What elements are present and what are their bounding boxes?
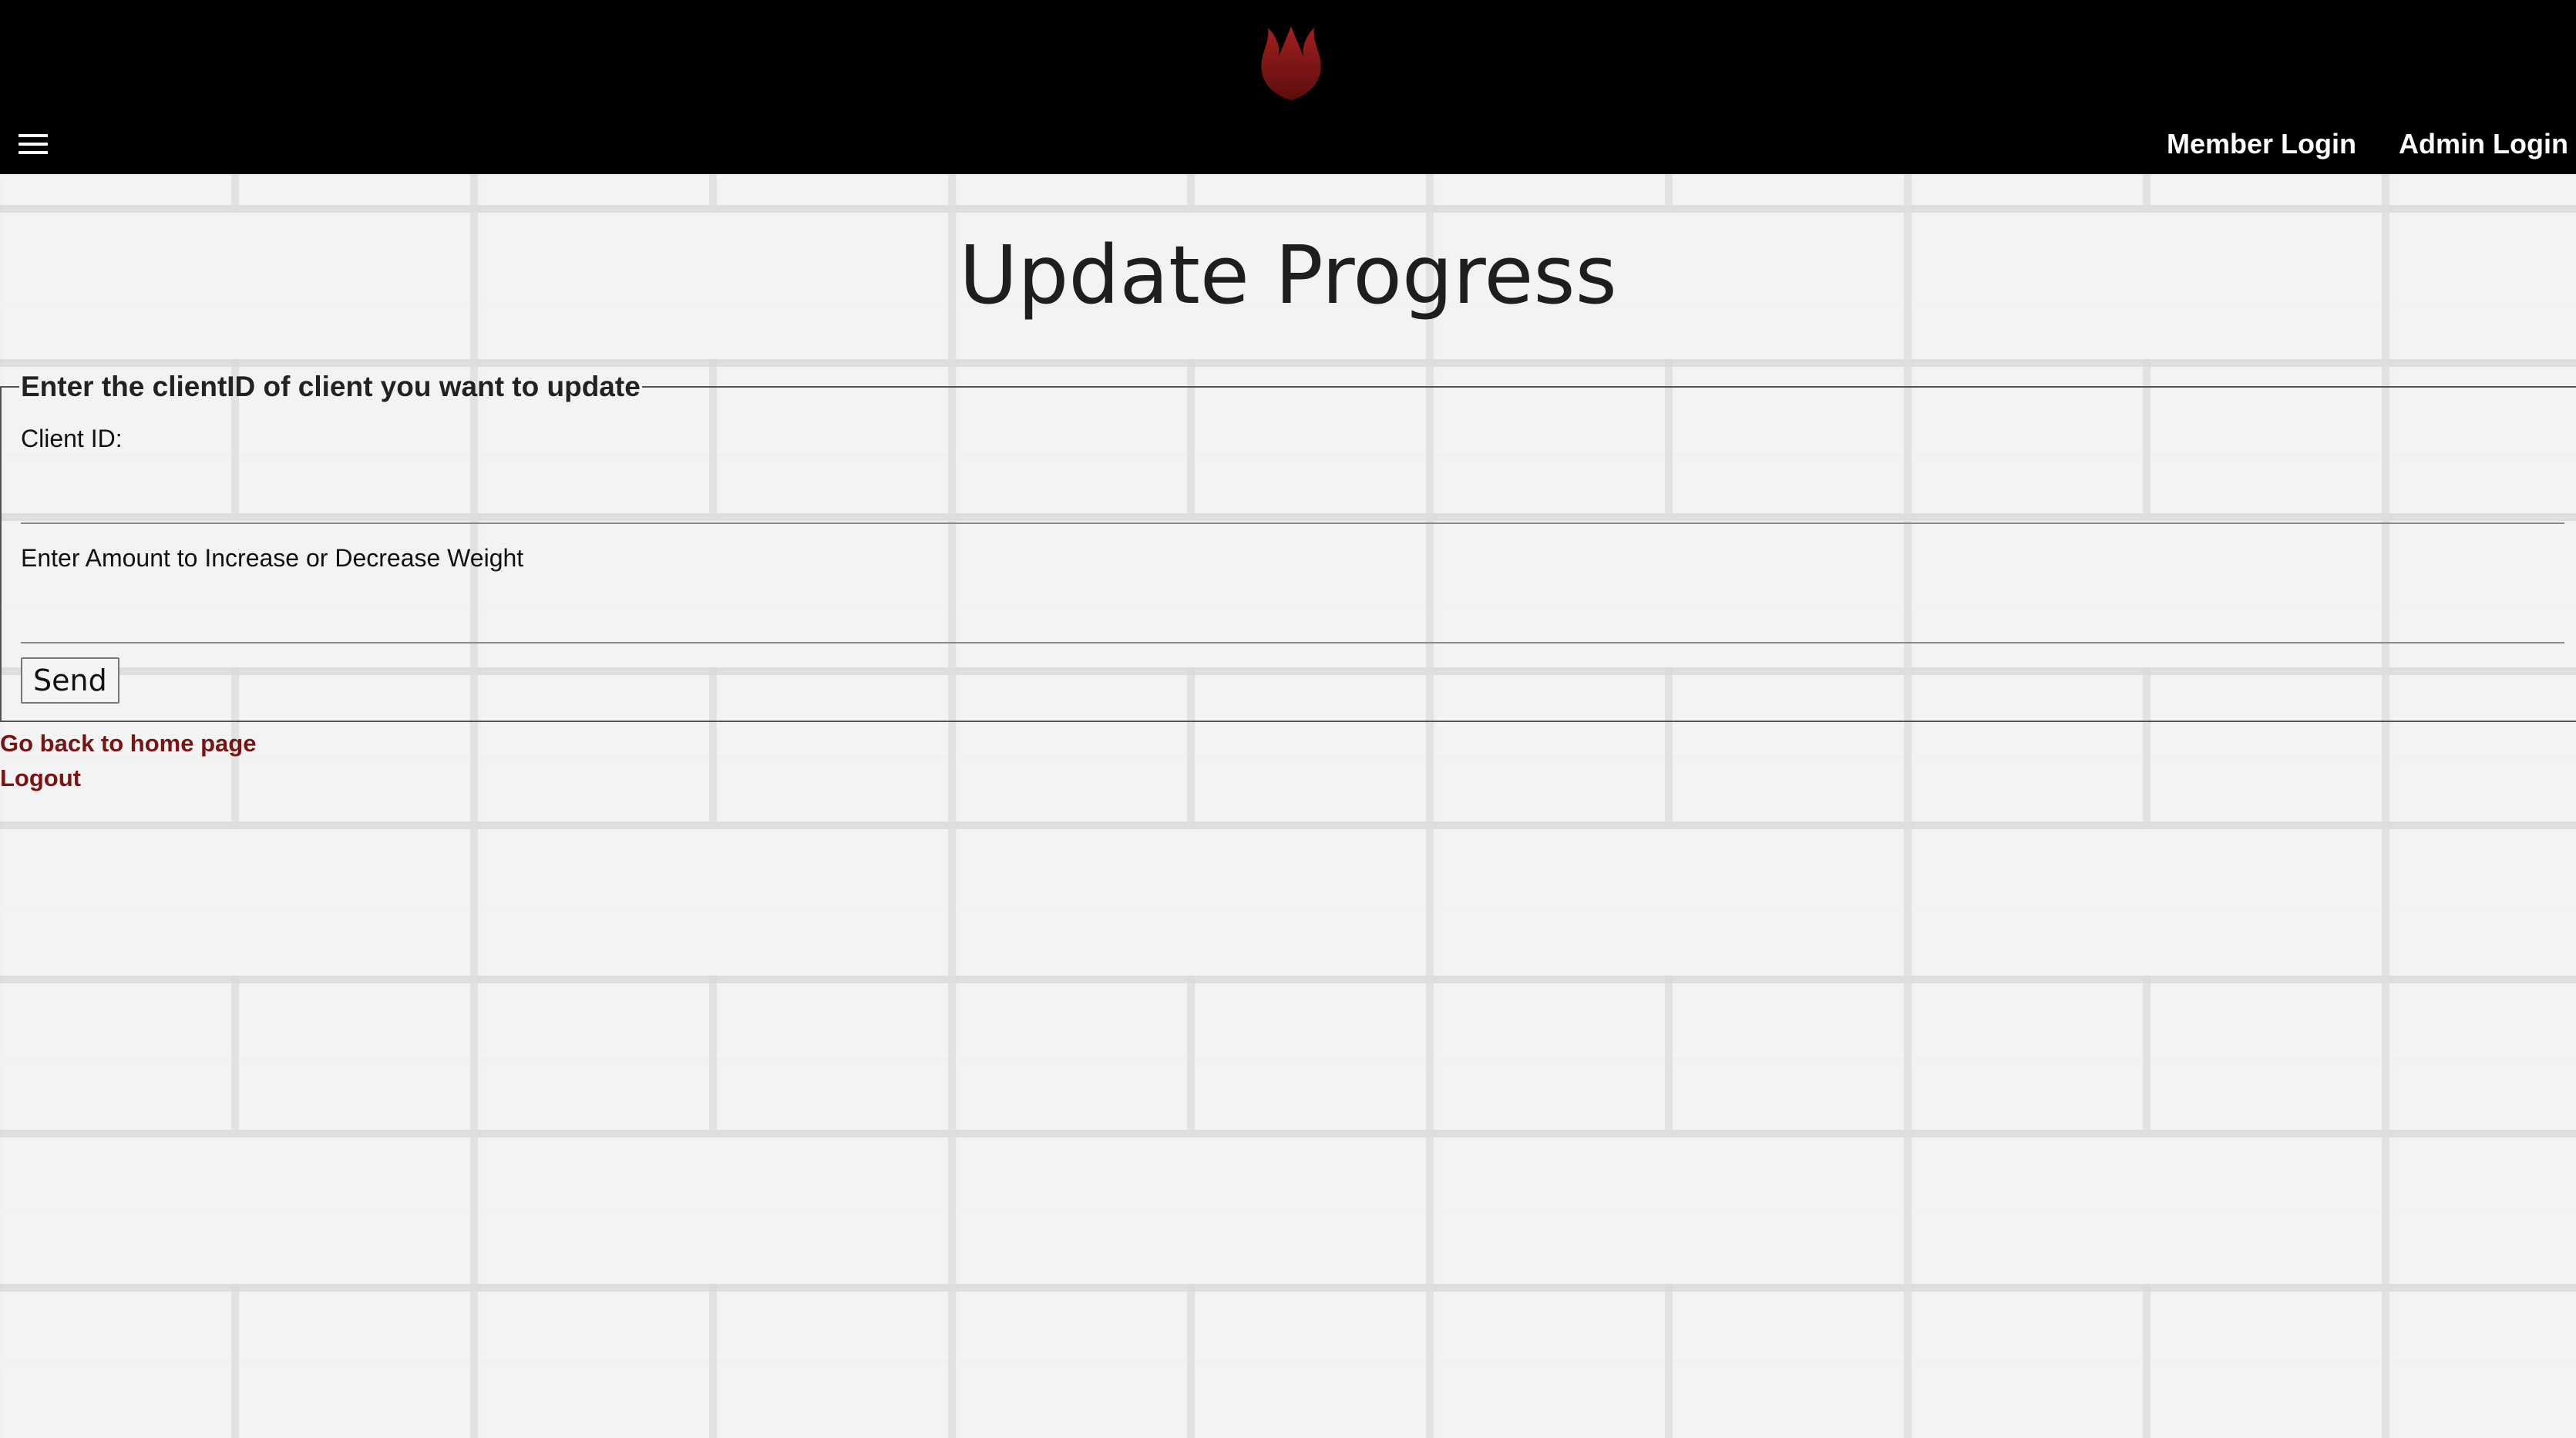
top-navbar: Member Login Admin Login — [0, 0, 2576, 174]
update-progress-form: Enter the clientID of client you want to… — [0, 371, 2576, 722]
hamburger-menu-icon[interactable] — [18, 134, 48, 157]
page-title: Update Progress — [959, 228, 1617, 322]
header-nav: Member Login Admin Login — [2167, 128, 2568, 160]
footer-links: Go back to home page Logout — [0, 726, 256, 795]
home-page-link[interactable]: Go back to home page — [0, 726, 256, 761]
weight-amount-label: Enter Amount to Increase or Decrease Wei… — [21, 544, 524, 572]
form-legend: Enter the clientID of client you want to… — [21, 371, 641, 402]
client-id-input[interactable] — [21, 453, 2564, 524]
weight-amount-input[interactable] — [21, 573, 2564, 643]
admin-login-link[interactable]: Admin Login — [2399, 128, 2568, 160]
send-button[interactable]: Send — [21, 657, 119, 704]
red-flame-logo-icon[interactable] — [1257, 25, 1325, 102]
client-id-label: Client ID: — [21, 425, 123, 452]
logout-link[interactable]: Logout — [0, 761, 256, 795]
brick-wall-texture — [0, 174, 2576, 1438]
member-login-link[interactable]: Member Login — [2167, 128, 2356, 160]
